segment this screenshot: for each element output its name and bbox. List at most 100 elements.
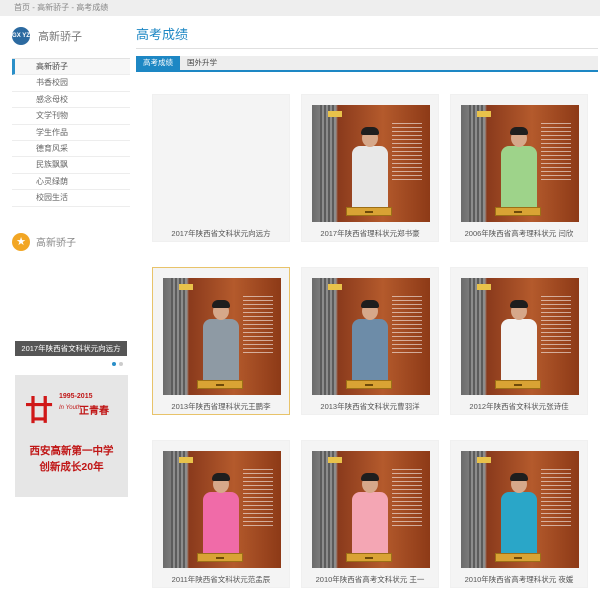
slide-dot-active[interactable]	[112, 362, 116, 366]
student-figure	[352, 127, 388, 208]
student-figure	[352, 300, 388, 381]
student-hair	[510, 127, 528, 135]
pillar-decoration	[171, 278, 187, 395]
student-hair	[510, 473, 528, 481]
photo-logo	[328, 284, 342, 290]
card-caption[interactable]: 2011年陕西省文科状元范孟辰	[153, 574, 289, 585]
photo-placeholder[interactable]	[163, 105, 281, 222]
student-shirt	[203, 319, 239, 381]
student-shirt	[501, 146, 537, 208]
banner-mark: 廿	[25, 394, 54, 427]
result-card[interactable]: 2017年陕西省理科状元郑书豪	[301, 94, 439, 242]
card-caption[interactable]: 2010年陕西省高考理科状元 夜媛	[451, 574, 587, 585]
photo-logo	[328, 457, 342, 463]
student-figure	[203, 300, 239, 381]
slide-caption[interactable]: 2017年陕西省文科状元向远方	[15, 341, 127, 356]
result-card[interactable]: 2012年陕西省文科状元张诗佳	[450, 267, 588, 415]
card-caption[interactable]: 2010年陕西省高考文科状元 王一	[302, 574, 438, 585]
sidebar-item[interactable]: 校园生活	[12, 190, 130, 207]
pillar-decoration	[469, 278, 485, 395]
sidebar-item[interactable]: 学生作品	[12, 125, 130, 141]
result-card[interactable]: 2013年陕西省理科状元王鹏李	[152, 267, 290, 415]
student-shirt	[501, 319, 537, 381]
name-plaque	[495, 553, 541, 562]
banner-school: 西安高新第一中学	[29, 445, 114, 457]
student-shirt	[352, 492, 388, 554]
result-card[interactable]: 2006年陕西省高考理科状元 闫欣	[450, 94, 588, 242]
student-photo[interactable]	[461, 451, 579, 568]
student-shirt	[203, 492, 239, 554]
sidebar: GX YZ 高新骄子 高新骄子 书香校园 感念母校 文学刊物 学生作品 德育风采 民族飘飘心…	[12, 20, 130, 251]
student-photo[interactable]	[163, 451, 281, 568]
student-figure	[352, 473, 388, 554]
photo-text-block	[243, 469, 273, 529]
card-caption[interactable]: 2017年陕西省文科状元向远方	[153, 228, 289, 239]
photo-text-block	[392, 123, 422, 183]
student-hair	[361, 127, 379, 135]
card-caption[interactable]: 2012年陕西省文科状元张诗佳	[451, 401, 587, 412]
banner-youth: In Youth	[59, 405, 81, 411]
student-photo[interactable]	[163, 278, 281, 395]
result-card[interactable]: 2013年陕西省文科状元曹羽洋	[301, 267, 439, 415]
student-hair	[212, 300, 230, 308]
student-photo[interactable]	[461, 105, 579, 222]
pillar-decoration	[469, 451, 485, 568]
result-card[interactable]: 2011年陕西省文科状元范孟辰	[152, 440, 290, 588]
sidebar-item[interactable]: 心灵绿荫	[12, 174, 130, 191]
slide-dot[interactable]	[119, 362, 123, 366]
student-photo[interactable]	[461, 278, 579, 395]
student-figure	[501, 300, 537, 381]
sidebar-section-title: 高新骄子	[36, 238, 76, 250]
student-hair	[212, 473, 230, 481]
tab[interactable]: 国外升学	[180, 56, 224, 70]
result-card[interactable]: 2017年陕西省文科状元向远方	[152, 94, 290, 242]
student-shirt	[352, 319, 388, 381]
banner-slogan: 正青春	[79, 406, 109, 417]
banner-subtitle: 创新成长20年	[39, 461, 104, 473]
result-card[interactable]: 2010年陕西省高考理科状元 夜媛	[450, 440, 588, 588]
name-plaque	[495, 380, 541, 389]
student-shirt	[352, 146, 388, 208]
photo-text-block	[541, 123, 571, 183]
photo-text-block	[541, 296, 571, 356]
sidebar-nav: 高新骄子 书香校园 感念母校 文学刊物 学生作品 德育风采 民族飘飘 心灵绿荫 校园生活	[12, 58, 130, 207]
tab[interactable]: 高考成绩	[136, 56, 180, 70]
sidebar-item[interactable]: 民族飘飘	[12, 157, 130, 174]
anniversary-banner[interactable]: 廿 1995-2015 In Youth 正青春 西安高新第一中学 创新成长20…	[15, 375, 128, 497]
pillar-decoration	[320, 278, 336, 395]
card-caption[interactable]: 2013年陕西省理科状元王鹏李	[153, 401, 289, 412]
sidebar-item[interactable]: 文学刊物	[12, 108, 130, 125]
student-photo[interactable]	[312, 105, 430, 222]
student-hair	[361, 300, 379, 308]
student-figure	[501, 127, 537, 208]
name-plaque	[197, 380, 243, 389]
photo-text-block	[243, 296, 273, 356]
page-title: 高考成绩	[136, 27, 189, 42]
card-caption[interactable]: 2017年陕西省理科状元郑书豪	[302, 228, 438, 239]
photo-logo	[179, 284, 193, 290]
name-plaque	[346, 553, 392, 562]
result-card[interactable]: 2010年陕西省高考文科状元 王一	[301, 440, 439, 588]
school-logo-icon: GX YZ	[12, 27, 30, 45]
sidebar-item[interactable]: 德育风采	[12, 141, 130, 158]
banner-years: 1995-2015	[59, 393, 93, 400]
student-photo[interactable]	[312, 451, 430, 568]
sidebar-item[interactable]: 书香校园	[12, 75, 130, 92]
photo-text-block	[541, 469, 571, 529]
card-caption[interactable]: 2006年陕西省高考理科状元 闫欣	[451, 228, 587, 239]
card-caption[interactable]: 2013年陕西省文科状元曹羽洋	[302, 401, 438, 412]
name-plaque	[495, 207, 541, 216]
pillar-decoration	[320, 105, 336, 222]
sidebar-item[interactable]: 高新骄子	[12, 59, 130, 76]
student-photo[interactable]	[312, 278, 430, 395]
student-figure	[501, 473, 537, 554]
sidebar-header: GX YZ 高新骄子	[12, 22, 130, 50]
photo-logo	[477, 457, 491, 463]
student-figure	[203, 473, 239, 554]
photo-logo	[477, 111, 491, 117]
name-plaque	[346, 380, 392, 389]
tab-bar: 高考成绩 国外升学	[136, 56, 598, 72]
photo-text-block	[392, 296, 422, 356]
sidebar-item[interactable]: 感念母校	[12, 92, 130, 109]
name-plaque	[197, 553, 243, 562]
